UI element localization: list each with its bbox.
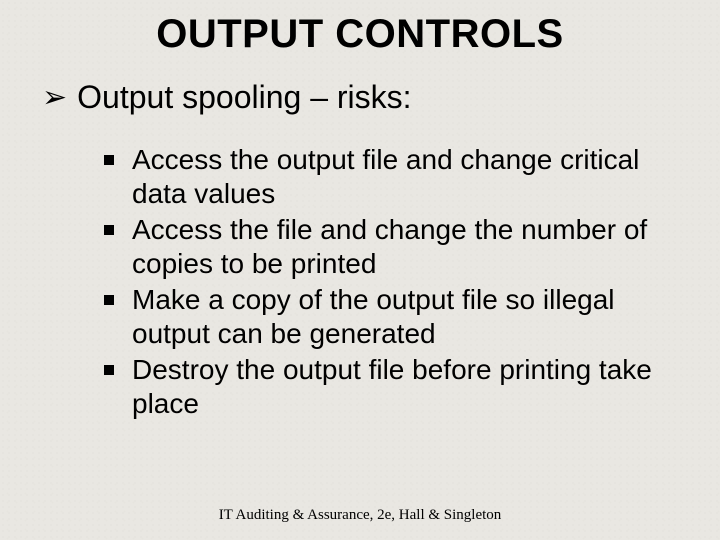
list-item-text: Destroy the output file before printing … (132, 353, 670, 421)
arrow-icon: ➢ (42, 79, 67, 117)
slide: OUTPUT CONTROLS ➢ Output spooling – risk… (0, 0, 720, 540)
footer-text: IT Auditing & Assurance, 2e, Hall & Sing… (0, 507, 720, 524)
list-item-text: Make a copy of the output file so illega… (132, 283, 670, 351)
list-item: Make a copy of the output file so illega… (104, 283, 670, 351)
slide-title: OUTPUT CONTROLS (40, 12, 680, 57)
square-bullet-icon (104, 295, 114, 305)
square-bullet-icon (104, 155, 114, 165)
main-bullet: ➢ Output spooling – risks: (42, 79, 680, 117)
list-item-text: Access the file and change the number of… (132, 213, 670, 281)
list-item: Destroy the output file before printing … (104, 353, 670, 421)
list-item: Access the file and change the number of… (104, 213, 670, 281)
list-item: Access the output file and change critic… (104, 143, 670, 211)
list-item-text: Access the output file and change critic… (132, 143, 670, 211)
sub-bullet-list: Access the output file and change critic… (104, 143, 670, 421)
square-bullet-icon (104, 225, 114, 235)
main-bullet-text: Output spooling – risks: (77, 79, 411, 116)
square-bullet-icon (104, 365, 114, 375)
